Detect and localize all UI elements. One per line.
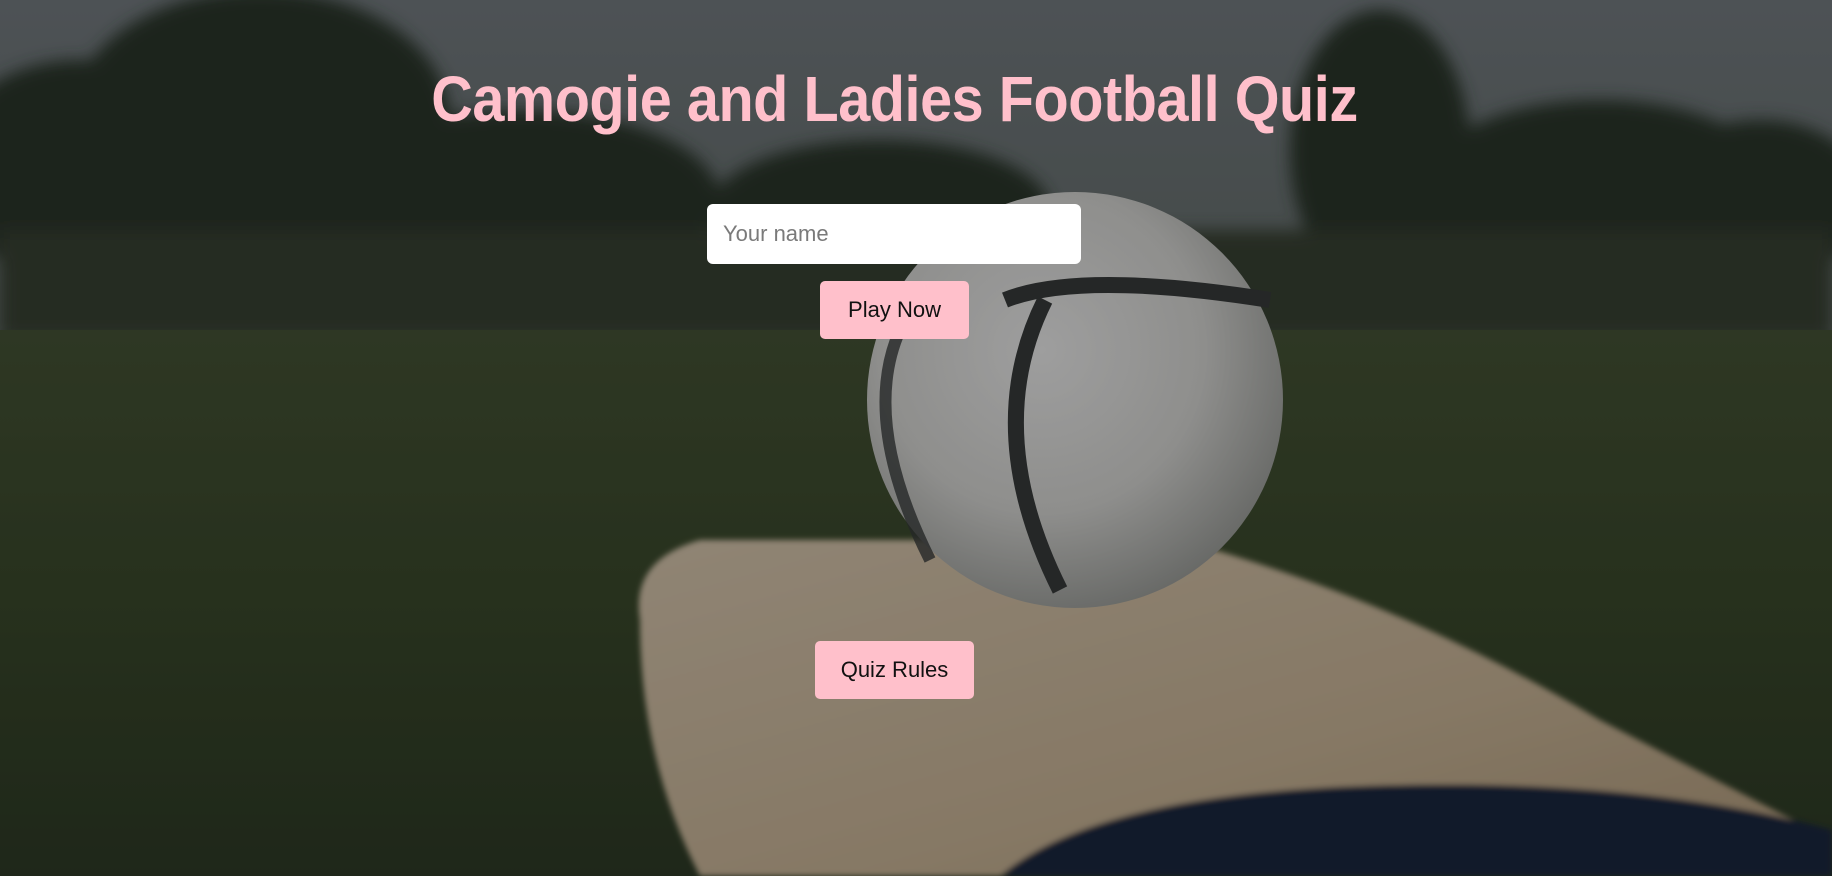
play-now-button[interactable]: Play Now [820, 281, 969, 339]
quiz-rules-button[interactable]: Quiz Rules [815, 641, 974, 699]
name-input[interactable] [707, 204, 1081, 264]
quiz-start-screen: Camogie and Ladies Football Quiz Play No… [0, 0, 1832, 876]
page-title: Camogie and Ladies Football Quiz [431, 63, 1358, 135]
